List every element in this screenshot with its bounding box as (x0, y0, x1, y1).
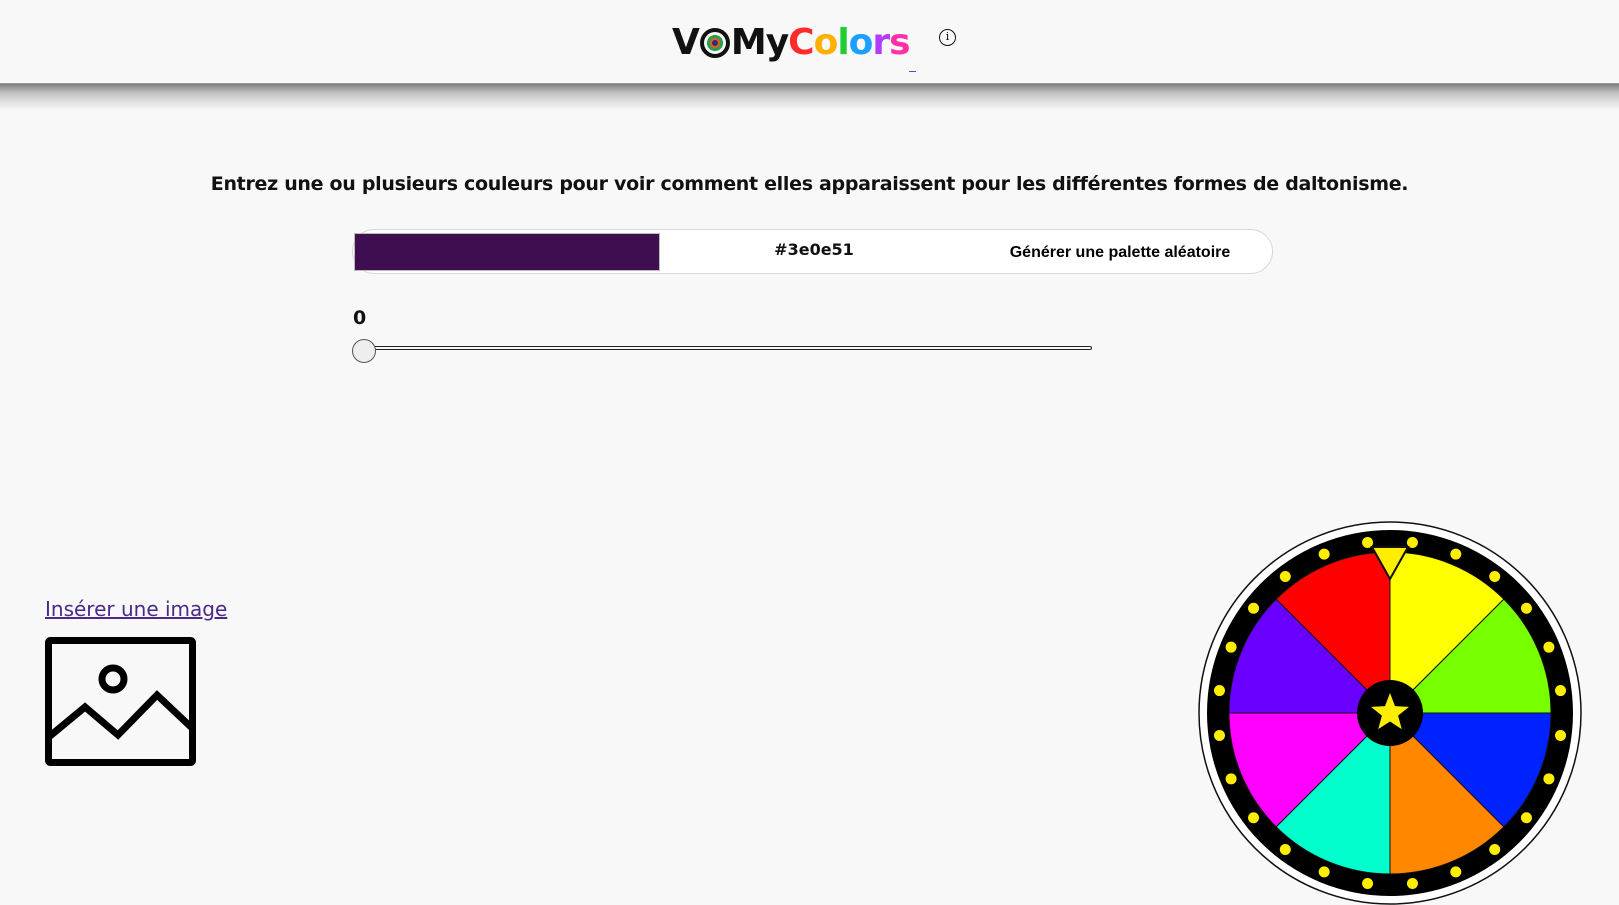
logo-letter-s: s (889, 21, 910, 63)
slider-value: 0 (353, 307, 367, 329)
wheel-rim-dot (1213, 685, 1225, 697)
hex-value-text[interactable]: #3e0e51 (700, 240, 928, 259)
wheel-rim-dot (1225, 641, 1237, 653)
wheel-rim-dot (1520, 602, 1532, 614)
image-placeholder-icon[interactable] (45, 637, 196, 766)
wheel-rim-dot (1450, 866, 1462, 878)
wheel-rim-dot (1520, 812, 1532, 824)
wheel-rim-dot (1279, 571, 1291, 583)
wheel-rim-dot (1489, 571, 1501, 583)
slider-track[interactable] (354, 346, 1092, 350)
wheel-rim-dot (1318, 548, 1330, 560)
wheel-rim-dot (1543, 773, 1555, 785)
logo-letter-c: C (788, 21, 814, 63)
color-swatch[interactable] (354, 233, 660, 271)
top-header: V My C o l o r s i (0, 0, 1619, 84)
vomycolors-logo[interactable]: V My C o l o r s (672, 17, 911, 67)
info-icon[interactable]: i (939, 29, 956, 46)
insert-image-link[interactable]: Insérer une image (45, 597, 227, 621)
wheel-rim-dot (1489, 843, 1501, 855)
eye-icon (699, 28, 730, 58)
wheel-rim-dot (1213, 729, 1225, 741)
wheel-rim-dot (1318, 866, 1330, 878)
wheel-graphic (1198, 521, 1582, 905)
header-shadow (0, 84, 1619, 110)
wheel-rim-dot (1248, 602, 1260, 614)
page-instruction: Entrez une ou plusieurs couleurs pour vo… (210, 173, 1409, 195)
logo-letter-o: o (813, 21, 839, 63)
generate-random-palette-button[interactable]: Générer une palette aléatoire (985, 234, 1255, 270)
wheel-rim-dot (1555, 685, 1567, 697)
logo-letter-o2: o (848, 21, 874, 63)
wheel-rim-dot (1450, 548, 1462, 560)
wheel-rim-dot (1248, 812, 1260, 824)
logo-letter-v: V (672, 21, 700, 63)
logo-link-underline[interactable] (909, 71, 916, 72)
wheel-rim-dot (1225, 773, 1237, 785)
logo-text-my: My (730, 21, 789, 63)
wheel-rim-dot (1543, 641, 1555, 653)
spin-wheel[interactable] (1198, 521, 1582, 905)
wheel-rim-dot (1279, 843, 1291, 855)
logo-letter-r: r (872, 21, 890, 63)
wheel-rim-dot (1555, 729, 1567, 741)
wheel-rim-dot (1362, 878, 1374, 890)
slider-thumb[interactable] (352, 339, 376, 363)
logo-letter-l: l (837, 21, 849, 63)
wheel-rim-dot (1406, 878, 1418, 890)
